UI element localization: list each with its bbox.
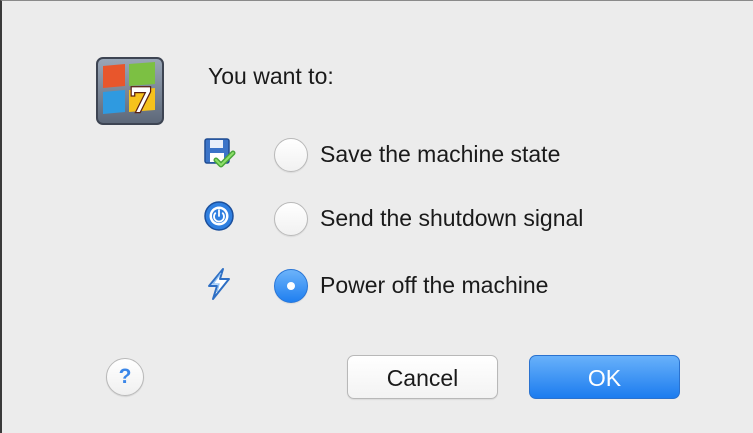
help-button[interactable]: ? xyxy=(106,358,144,396)
lightning-bolt-icon xyxy=(208,268,230,300)
option-label[interactable]: Save the machine state xyxy=(320,141,560,168)
power-button-icon xyxy=(204,201,234,231)
option-save-state[interactable]: Save the machine state xyxy=(202,136,722,176)
option-power-off[interactable]: Power off the machine xyxy=(202,267,722,307)
radio-power-off[interactable] xyxy=(274,269,308,303)
windows-7-os-icon: 7 xyxy=(96,57,164,125)
save-state-icon xyxy=(204,138,236,168)
option-label[interactable]: Send the shutdown signal xyxy=(320,205,583,232)
ok-button[interactable]: OK xyxy=(529,355,680,399)
dialog-prompt: You want to: xyxy=(208,63,334,89)
close-vm-dialog: 7 You want to: Save the machine state Se… xyxy=(0,0,753,433)
help-label: ? xyxy=(118,365,132,388)
cancel-button[interactable]: Cancel xyxy=(347,355,498,399)
option-label[interactable]: Power off the machine xyxy=(320,272,548,299)
radio-save-state[interactable] xyxy=(274,138,308,172)
option-shutdown-signal[interactable]: Send the shutdown signal xyxy=(202,200,722,240)
svg-text:7: 7 xyxy=(129,81,153,121)
radio-shutdown-signal[interactable] xyxy=(274,202,308,236)
